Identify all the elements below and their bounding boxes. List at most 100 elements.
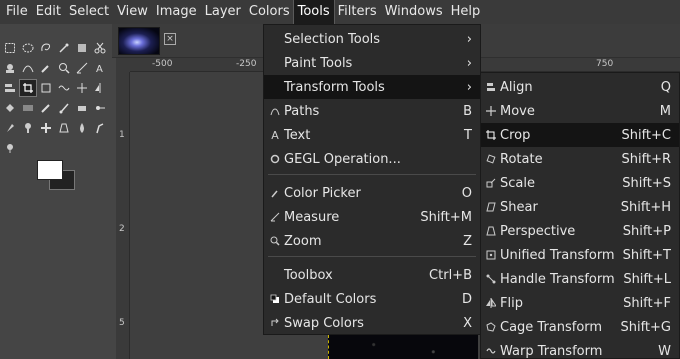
airbrush-tool-icon[interactable] bbox=[92, 100, 108, 116]
menu-select[interactable]: Select bbox=[65, 0, 113, 24]
image-thumbnail[interactable] bbox=[118, 27, 160, 55]
menu-item-label: Zoom bbox=[284, 233, 322, 249]
warp-transform-icon bbox=[482, 339, 500, 359]
menu-item-paint-tools[interactable]: Paint Tools › bbox=[264, 51, 480, 75]
ink-tool-icon[interactable] bbox=[2, 120, 18, 136]
shortcut: Shift+T bbox=[622, 247, 671, 263]
menu-item-warp-transform[interactable]: Warp Transform W bbox=[481, 339, 679, 359]
image-canvas[interactable] bbox=[328, 335, 478, 359]
menu-colors[interactable]: Colors bbox=[245, 0, 294, 24]
dodge-burn-icon[interactable] bbox=[2, 140, 18, 156]
menu-layer[interactable]: Layer bbox=[201, 0, 245, 24]
shortcut: Shift+C bbox=[621, 127, 671, 143]
menu-image[interactable]: Image bbox=[152, 0, 201, 24]
menu-item-scale[interactable]: Scale Shift+S bbox=[481, 171, 679, 195]
menu-item-transform-tools[interactable]: Transform Tools › bbox=[264, 75, 480, 99]
unified-transform-icon bbox=[482, 243, 500, 267]
menu-item-unified-transform[interactable]: Unified Transform Shift+T bbox=[481, 243, 679, 267]
warp-transform-tool-icon[interactable] bbox=[56, 80, 72, 96]
menu-item-toolbox[interactable]: Toolbox Ctrl+B bbox=[264, 263, 480, 287]
menu-item-label: Text bbox=[284, 127, 311, 143]
eraser-tool-icon[interactable] bbox=[74, 100, 90, 116]
menu-item-shear[interactable]: Shear Shift+H bbox=[481, 195, 679, 219]
menu-item-label: Scale bbox=[500, 175, 535, 191]
tool-row bbox=[2, 140, 18, 156]
heal-tool-icon[interactable] bbox=[38, 120, 54, 136]
foreground-select-icon[interactable] bbox=[2, 60, 18, 76]
flip-icon bbox=[482, 291, 500, 315]
rect-select-icon[interactable] bbox=[2, 40, 18, 56]
menu-item-cage-transform[interactable]: Cage Transform Shift+G bbox=[481, 315, 679, 339]
menu-item-gegl-operation[interactable]: GEGL Operation... bbox=[264, 147, 480, 171]
color-select-icon[interactable] bbox=[74, 40, 90, 56]
ruler-label: -250 bbox=[236, 59, 257, 69]
menu-item-move[interactable]: Move M bbox=[481, 99, 679, 123]
unified-transform-tool-icon[interactable] bbox=[38, 80, 54, 96]
menu-edit[interactable]: Edit bbox=[32, 0, 65, 24]
ruler-label: 1 bbox=[119, 130, 125, 140]
align-icon bbox=[482, 75, 500, 99]
toolbox: A bbox=[0, 24, 112, 359]
blur-tool-icon[interactable] bbox=[74, 120, 90, 136]
bucket-fill-icon[interactable] bbox=[2, 100, 18, 116]
fg-bg-colors[interactable] bbox=[37, 160, 77, 194]
perspective-icon bbox=[482, 219, 500, 243]
shortcut: X bbox=[463, 315, 472, 331]
perspective-clone-icon[interactable] bbox=[56, 120, 72, 136]
pencil-tool-icon[interactable] bbox=[38, 100, 54, 116]
ruler-label: 750 bbox=[596, 59, 614, 69]
menu-filters[interactable]: Filters bbox=[334, 0, 381, 24]
smudge-tool-icon[interactable] bbox=[92, 120, 108, 136]
menu-separator bbox=[268, 174, 476, 175]
menu-item-measure[interactable]: Measure Shift+M bbox=[264, 205, 480, 229]
align-tool-icon[interactable] bbox=[2, 80, 18, 96]
menu-item-label: Perspective bbox=[500, 223, 576, 239]
menu-help[interactable]: Help bbox=[447, 0, 485, 24]
crop-tool-icon[interactable] bbox=[19, 79, 37, 97]
menu-view[interactable]: View bbox=[113, 0, 152, 24]
move-tool-icon[interactable] bbox=[74, 80, 90, 96]
menu-item-paths[interactable]: Paths B bbox=[264, 99, 480, 123]
text-icon: A bbox=[271, 128, 279, 142]
text-tool-icon[interactable]: A bbox=[92, 60, 108, 76]
menu-tools[interactable]: Tools bbox=[292, 0, 335, 25]
shortcut: Shift+L bbox=[623, 271, 671, 287]
clone-tool-icon[interactable] bbox=[20, 120, 36, 136]
foreground-color-swatch[interactable] bbox=[37, 160, 63, 180]
menu-item-selection-tools[interactable]: Selection Tools › bbox=[264, 27, 480, 51]
menu-item-swap-colors[interactable]: Swap Colors X bbox=[264, 311, 480, 335]
close-icon[interactable]: × bbox=[164, 33, 176, 45]
menu-item-label: Measure bbox=[284, 209, 340, 225]
menu-item-label: Crop bbox=[500, 127, 531, 143]
menu-item-text[interactable]: A Text T bbox=[264, 123, 480, 147]
color-picker-tool-icon[interactable] bbox=[38, 60, 54, 76]
menu-item-perspective[interactable]: Perspective Shift+P bbox=[481, 219, 679, 243]
menu-windows[interactable]: Windows bbox=[381, 0, 447, 24]
measure-tool-icon[interactable] bbox=[74, 60, 90, 76]
menu-item-rotate[interactable]: Rotate Shift+R bbox=[481, 147, 679, 171]
zoom-tool-icon[interactable] bbox=[56, 60, 72, 76]
menu-item-color-picker[interactable]: Color Picker O bbox=[264, 181, 480, 205]
gradient-tool-icon[interactable] bbox=[20, 100, 36, 116]
menu-item-default-colors[interactable]: Default Colors D bbox=[264, 287, 480, 311]
shortcut: W bbox=[658, 343, 671, 359]
menu-item-flip[interactable]: Flip Shift+F bbox=[481, 291, 679, 315]
scale-icon bbox=[482, 171, 500, 195]
menu-item-label: Toolbox bbox=[284, 267, 333, 283]
menu-item-zoom[interactable]: Zoom Z bbox=[264, 229, 480, 253]
menu-file[interactable]: File bbox=[2, 0, 32, 24]
menu-item-label: Paths bbox=[284, 103, 320, 119]
scissors-select-icon[interactable] bbox=[92, 40, 108, 56]
paths-tool-icon[interactable] bbox=[20, 60, 36, 76]
fuzzy-select-icon[interactable] bbox=[56, 40, 72, 56]
ellipse-select-icon[interactable] bbox=[20, 40, 36, 56]
paintbrush-tool-icon[interactable] bbox=[56, 100, 72, 116]
menu-item-handle-transform[interactable]: Handle Transform Shift+L bbox=[481, 267, 679, 291]
shortcut: Shift+F bbox=[623, 295, 671, 311]
gegl-icon bbox=[266, 147, 284, 171]
free-select-icon[interactable] bbox=[38, 40, 54, 56]
menu-item-label: GEGL Operation... bbox=[284, 151, 401, 167]
menu-item-align[interactable]: Align Q bbox=[481, 75, 679, 99]
flip-tool-icon[interactable] bbox=[92, 80, 108, 96]
menu-item-crop[interactable]: Crop Shift+C bbox=[481, 123, 679, 147]
